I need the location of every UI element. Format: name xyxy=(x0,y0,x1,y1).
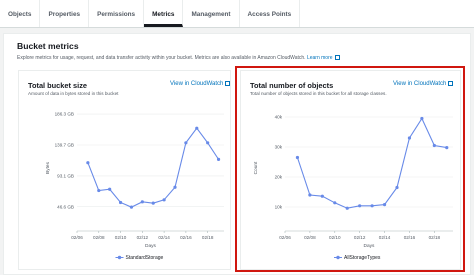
y-axis-title: Bytes xyxy=(45,161,51,174)
y-tick-label: 139.7 GB xyxy=(55,143,74,148)
data-point xyxy=(216,157,221,161)
card-description: Amount of data in bytes stored in this b… xyxy=(28,91,119,96)
y-tick-label: 46.6 GB xyxy=(57,204,74,209)
data-point xyxy=(173,185,177,189)
external-link-icon xyxy=(334,55,340,60)
x-tick-label: 02/14 xyxy=(158,235,170,240)
view-in-cloudwatch-link[interactable]: View in CloudWatch xyxy=(170,81,231,87)
data-point xyxy=(86,161,90,165)
tab-objects[interactable]: Objects xyxy=(0,0,41,27)
y-tick-label: 93.1 GB xyxy=(57,173,74,178)
x-tick-label: 02/08 xyxy=(93,235,105,240)
x-tick-label: 02/18 xyxy=(202,235,214,240)
data-point xyxy=(108,187,112,191)
data-point xyxy=(151,201,155,205)
data-point xyxy=(206,141,210,145)
tab-metrics[interactable]: Metrics xyxy=(144,0,184,27)
external-link-icon xyxy=(225,81,231,86)
y-tick-label: 186.3 GB xyxy=(55,112,74,117)
data-point xyxy=(118,200,123,205)
panel-description: Explore metrics for usage, request, and … xyxy=(17,55,340,61)
x-axis-title: Days xyxy=(145,243,157,249)
learn-more-link[interactable]: Learn more xyxy=(307,55,333,61)
x-tick-label: 02/12 xyxy=(137,235,149,240)
x-tick-label: 02/16 xyxy=(180,235,192,240)
tab-permissions[interactable]: Permissions xyxy=(89,0,145,27)
panel-description-text: Explore metrics for usage, request, and … xyxy=(17,55,306,61)
view-in-cloudwatch-label: View in CloudWatch xyxy=(170,81,224,87)
legend-marker xyxy=(117,255,122,260)
data-point xyxy=(97,188,101,193)
data-point xyxy=(195,126,199,130)
data-point xyxy=(162,198,166,202)
tab-management[interactable]: Management xyxy=(183,0,240,27)
data-point xyxy=(140,200,144,204)
card-title: Total bucket size xyxy=(28,81,88,90)
x-tick-label: 02/10 xyxy=(115,235,127,240)
series-line xyxy=(87,127,220,208)
tab-bar: Objects Properties Permissions Metrics M… xyxy=(0,0,474,28)
data-point xyxy=(184,141,188,145)
tab-access-points[interactable]: Access Points xyxy=(240,0,301,27)
highlight-box xyxy=(235,66,465,272)
x-tick-label: 02/06 xyxy=(71,235,83,240)
data-point xyxy=(129,205,134,209)
legend-label: StandardStorage xyxy=(126,255,164,261)
bucket-size-chart: 186.3 GB 139.7 GB 93.1 GB 46.6 GB 02/06 02/08… xyxy=(45,112,224,261)
panel-title: Bucket metrics xyxy=(17,41,79,51)
bucket-size-card: Total bucket size Amount of data in byte… xyxy=(18,70,231,270)
tab-properties[interactable]: Properties xyxy=(40,0,90,27)
